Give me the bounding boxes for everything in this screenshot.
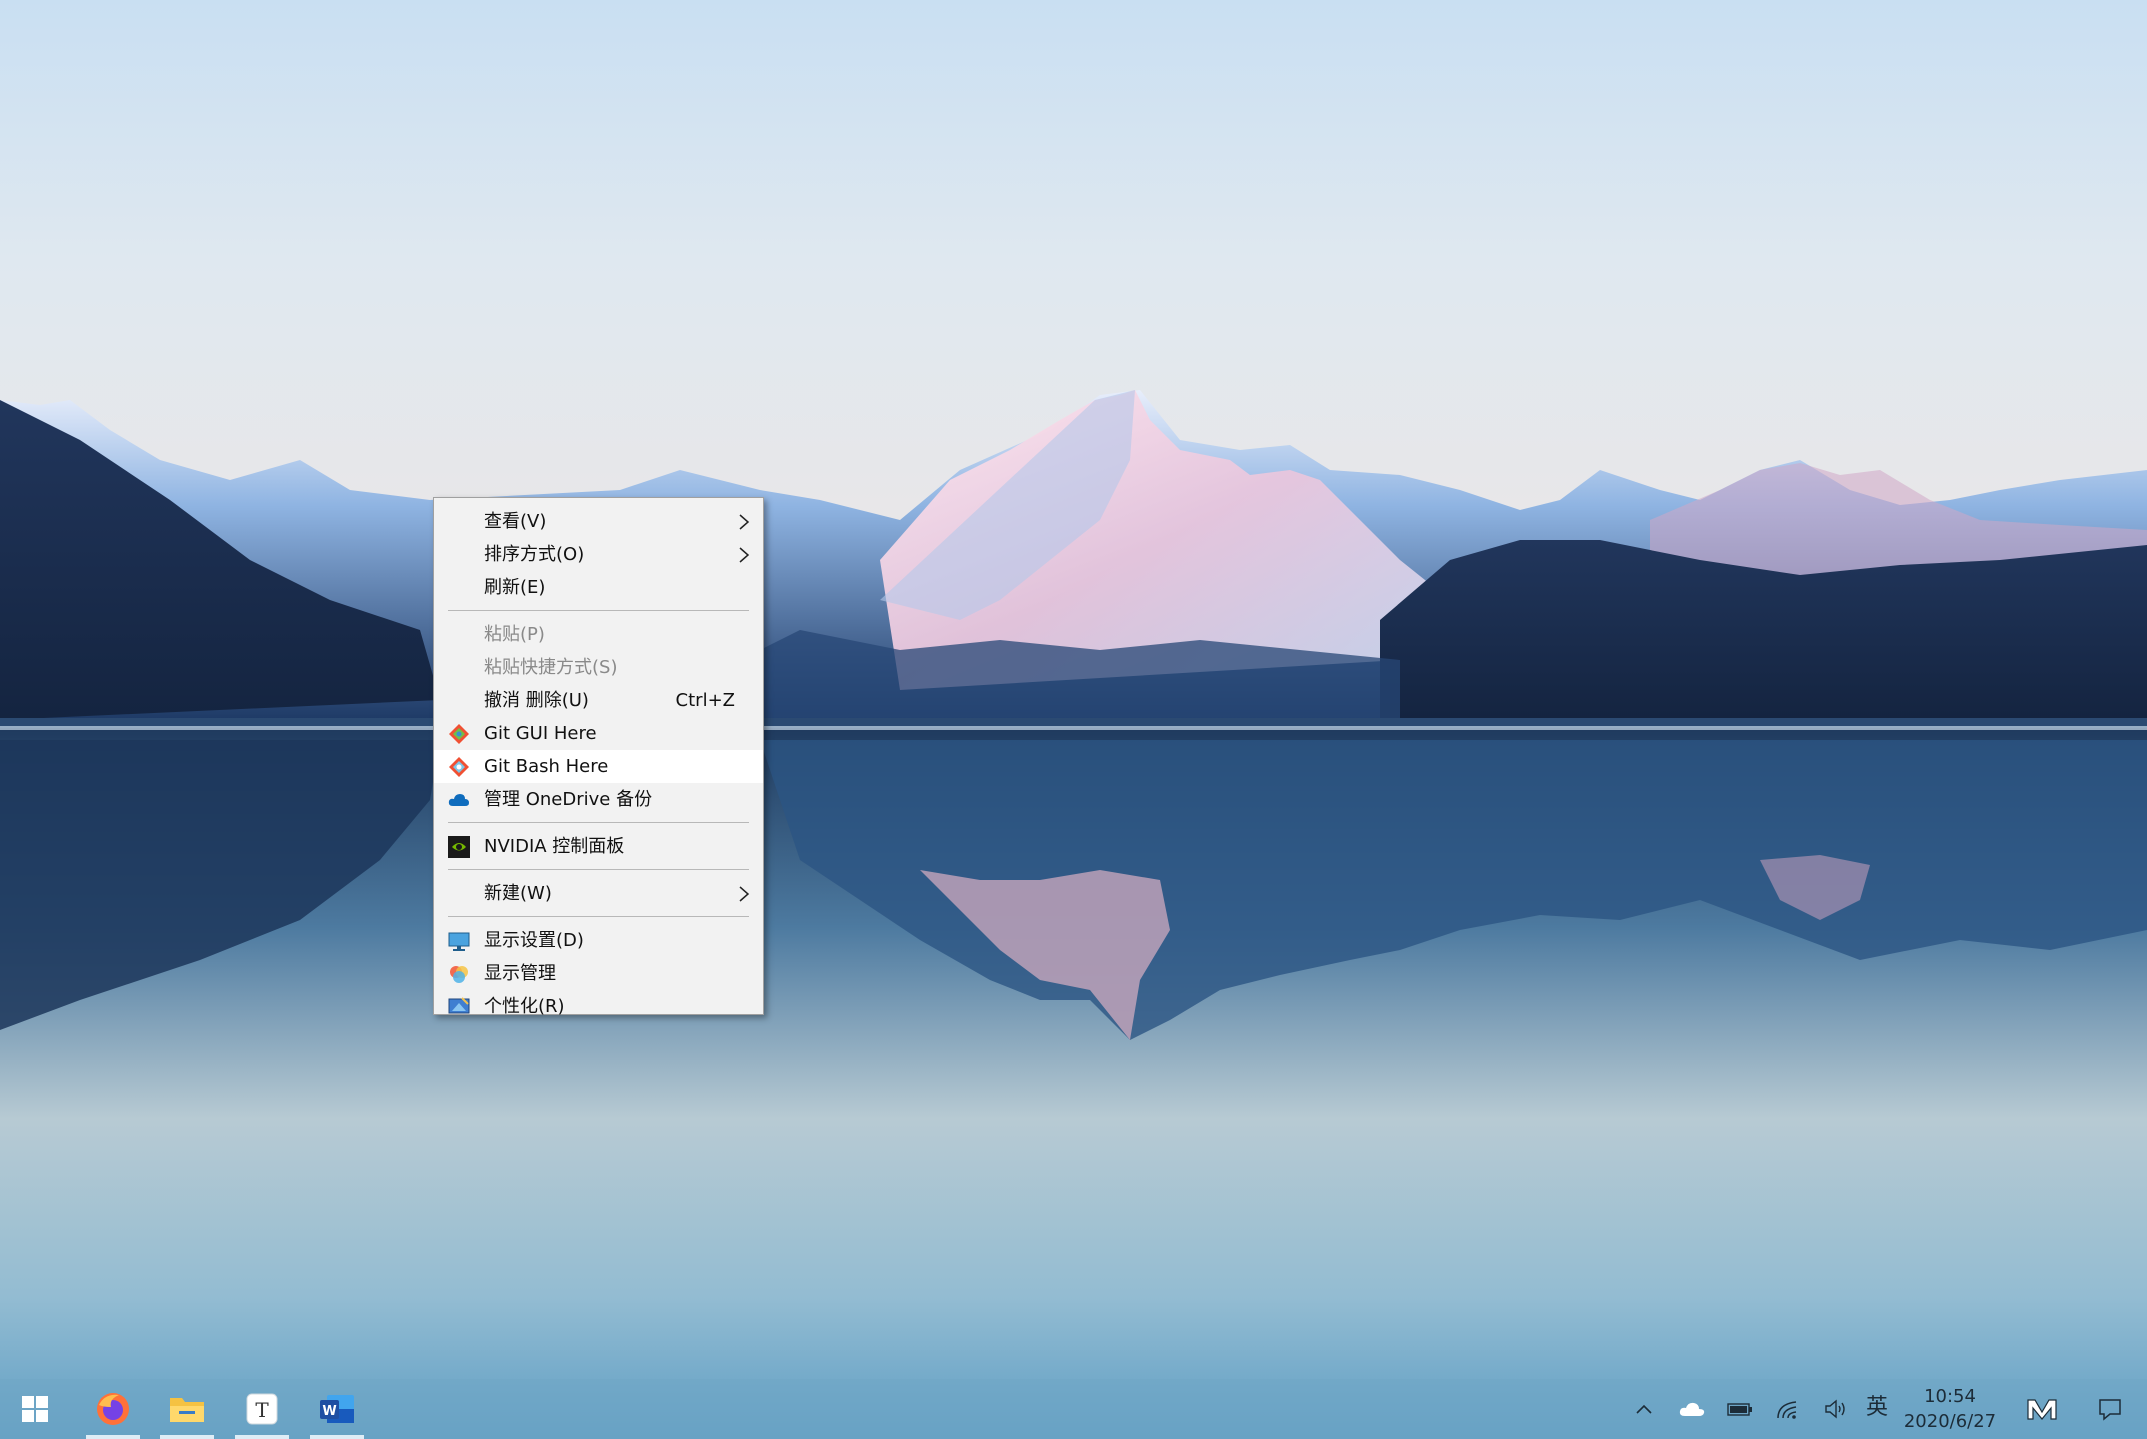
menu-item-0[interactable]: 查看(V) [434, 505, 763, 538]
menu-item-label: 显示设置(D) [484, 930, 584, 951]
menu-item-label: NVIDIA 控制面板 [484, 836, 625, 857]
taskbar-typora[interactable]: T [227, 1379, 297, 1439]
clock-date: 2020/6/27 [1903, 1411, 1997, 1432]
show-hidden-icons-button[interactable] [1627, 1379, 1661, 1439]
typora-icon: T [246, 1393, 278, 1425]
menu-item-label: 显示管理 [484, 963, 556, 984]
menu-item-label: 刷新(E) [484, 577, 546, 598]
menu-item-11[interactable]: NVIDIA 控制面板 [434, 830, 763, 863]
firefox-icon [97, 1393, 129, 1425]
menu-item-2[interactable]: 刷新(E) [434, 571, 763, 604]
menu-item-1[interactable]: 排序方式(O) [434, 538, 763, 571]
action-center-icon [2099, 1399, 2121, 1421]
display-settings-icon [448, 932, 470, 951]
menu-item-13[interactable]: 新建(W) [434, 877, 763, 910]
menu-item-17[interactable]: 个性化(R) [434, 990, 763, 1023]
tray-onedrive[interactable] [1674, 1379, 1710, 1439]
menu-item-15[interactable]: 显示设置(D) [434, 924, 763, 957]
volume-icon [1825, 1399, 1845, 1419]
display-manager-icon [450, 966, 468, 983]
menu-item-label: 新建(W) [484, 883, 552, 904]
start-button[interactable] [0, 1379, 70, 1439]
word-icon: W [320, 1395, 354, 1423]
git-bash-icon [449, 757, 469, 777]
chevron-up-icon [1636, 1404, 1652, 1414]
desktop-context-menu: 查看(V) 排序方式(O) 刷新(E) 粘贴(P) 粘贴快捷方式(S) 撤消 删除(U) C… [433, 497, 764, 1017]
menu-item-label: 粘贴(P) [484, 624, 545, 645]
git-gui-icon [449, 724, 469, 744]
menu-item-label: 粘贴快捷方式(S) [484, 657, 618, 678]
personalize-icon [448, 997, 470, 1014]
taskbar-word[interactable]: W [302, 1379, 372, 1439]
chevron-right-icon [739, 514, 750, 530]
taskbar-firefox[interactable] [78, 1379, 148, 1439]
menu-item-7[interactable]: Git GUI Here [434, 717, 763, 750]
menu-item-5: 粘贴快捷方式(S) [434, 651, 763, 684]
menu-item-label: 排序方式(O) [484, 544, 585, 565]
menu-item-shortcut: Ctrl+Z [675, 690, 735, 711]
action-center-button[interactable] [2090, 1379, 2130, 1439]
menu-separator [448, 822, 749, 823]
clock[interactable]: 10:54 2020/6/27 [1895, 1384, 2005, 1434]
svg-text:T: T [255, 1398, 269, 1422]
menu-item-8[interactable]: Git Bash Here [434, 750, 763, 783]
taskbar-file-explorer[interactable] [152, 1379, 222, 1439]
menu-separator [448, 869, 749, 870]
windows-start-icon [22, 1396, 48, 1422]
clock-time: 10:54 [1924, 1386, 1976, 1407]
wifi-icon [1777, 1401, 1797, 1419]
onedrive-cloud-icon [448, 794, 469, 806]
battery-icon [1727, 1403, 1752, 1416]
menu-item-label: 查看(V) [484, 511, 547, 532]
menu-separator [448, 610, 749, 611]
tray-wifi[interactable] [1770, 1379, 1806, 1439]
menu-item-9[interactable]: 管理 OneDrive 备份 [434, 783, 763, 816]
chevron-right-icon [739, 547, 750, 563]
menu-item-label: 撤消 删除(U) [484, 690, 589, 711]
chevron-right-icon [739, 886, 750, 902]
tray-m-app[interactable] [2022, 1379, 2062, 1439]
menu-item-6[interactable]: 撤消 删除(U) Ctrl+Z [434, 684, 763, 717]
m-logo-icon [2027, 1399, 2057, 1420]
menu-item-4: 粘贴(P) [434, 618, 763, 651]
menu-item-label: 管理 OneDrive 备份 [484, 789, 653, 810]
menu-item-16[interactable]: 显示管理 [434, 957, 763, 990]
nvidia-icon [448, 836, 470, 858]
ime-indicator[interactable]: 英 [1862, 1393, 1892, 1423]
tray-volume[interactable] [1818, 1379, 1854, 1439]
taskbar: T W 英 10:54 2020/6/27 [0, 1379, 2147, 1439]
folder-icon [170, 1398, 204, 1422]
menu-item-label: 个性化(R) [484, 996, 565, 1017]
onedrive-icon [1679, 1402, 1705, 1416]
tray-battery[interactable] [1722, 1379, 1758, 1439]
svg-text:W: W [322, 1404, 336, 1419]
menu-item-label: Git Bash Here [484, 756, 609, 777]
desktop-wallpaper [0, 0, 2147, 1439]
menu-item-label: Git GUI Here [484, 723, 597, 744]
menu-separator [448, 916, 749, 917]
